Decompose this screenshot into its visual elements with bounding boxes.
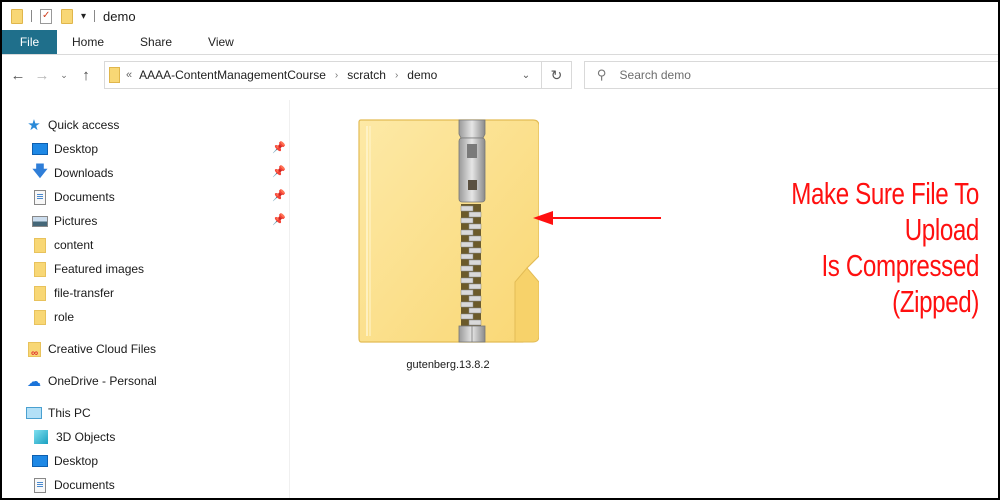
sidebar-item-desktop[interactable]: Desktop bbox=[32, 138, 98, 160]
sidebar-item-featured-images[interactable]: Featured images bbox=[32, 258, 144, 280]
sidebar-item-label: Pictures bbox=[54, 214, 98, 228]
tab-home[interactable]: Home bbox=[57, 30, 122, 54]
sidebar-item-documents[interactable]: Documents bbox=[32, 186, 115, 208]
ribbon-tabs: File Home Share View bbox=[2, 30, 998, 55]
sidebar-item-label: Documents bbox=[54, 190, 115, 204]
folder-icon bbox=[34, 285, 46, 301]
customize-toolbar-dropdown[interactable]: ▾ bbox=[81, 11, 86, 22]
annotation-line: Make Sure File To Upload bbox=[791, 176, 979, 247]
sidebar-item-label: Quick access bbox=[48, 118, 120, 132]
sidebar-item-label: Creative Cloud Files bbox=[48, 342, 157, 356]
folder-icon bbox=[34, 237, 46, 253]
sidebar-item-label: role bbox=[54, 310, 75, 324]
title-bar: ▾ demo bbox=[2, 2, 998, 30]
address-bar[interactable]: « AAAA-ContentManagementCourse › scratch… bbox=[104, 61, 542, 89]
document-icon bbox=[34, 477, 46, 493]
sidebar-item-quick-access[interactable]: ★ Quick access bbox=[26, 114, 119, 136]
search-placeholder: Search demo bbox=[619, 68, 691, 82]
file-name[interactable]: gutenberg.13.8.2 bbox=[406, 359, 489, 371]
up-button[interactable]: ↑ bbox=[76, 67, 96, 84]
sidebar-item-pictures[interactable]: Pictures bbox=[32, 210, 97, 232]
sidebar-item-label: content bbox=[54, 238, 94, 252]
zip-folder-icon bbox=[358, 119, 539, 343]
sidebar-item-label: Downloads bbox=[54, 166, 114, 180]
download-icon: 🡇 bbox=[32, 162, 48, 180]
star-icon: ★ bbox=[27, 117, 41, 134]
3d-objects-icon bbox=[34, 430, 48, 444]
tab-share[interactable]: Share bbox=[122, 30, 190, 54]
sidebar-item-label: Featured images bbox=[54, 262, 145, 276]
file-item-zip[interactable]: gutenberg.13.8.2 bbox=[353, 118, 543, 371]
sidebar-item-3d-objects[interactable]: 3D Objects bbox=[32, 426, 115, 448]
folder-icon bbox=[109, 67, 120, 83]
chevron-right-icon[interactable]: › bbox=[335, 70, 338, 81]
divider bbox=[94, 10, 96, 22]
annotation-callout: Make Sure File To Upload Is Compressed (… bbox=[737, 176, 979, 320]
breadcrumb-overflow[interactable]: « bbox=[126, 69, 132, 81]
breadcrumb-item[interactable]: AAAA-ContentManagementCourse bbox=[139, 68, 326, 82]
pictures-icon bbox=[32, 215, 48, 227]
forward-button[interactable]: → bbox=[32, 67, 52, 84]
chevron-right-icon[interactable]: › bbox=[395, 70, 398, 81]
tab-file[interactable]: File bbox=[2, 30, 57, 54]
sidebar-item-this-pc[interactable]: This PC bbox=[26, 402, 91, 424]
desktop-icon bbox=[32, 143, 48, 155]
refresh-button[interactable]: ↻ bbox=[542, 61, 572, 89]
sidebar-item-label: Documents bbox=[54, 478, 115, 492]
computer-icon bbox=[26, 407, 42, 419]
back-button[interactable]: ← bbox=[8, 67, 28, 84]
divider bbox=[31, 10, 32, 22]
sidebar-item-label: This PC bbox=[48, 406, 91, 420]
sidebar-item-label: OneDrive - Personal bbox=[48, 374, 157, 388]
annotation-arrow-icon bbox=[533, 211, 661, 225]
chevron-down-icon[interactable]: ⌄ bbox=[511, 70, 541, 81]
pin-icon[interactable]: 📌 bbox=[272, 213, 286, 226]
sidebar-item-creative-cloud[interactable]: Creative Cloud Files bbox=[26, 338, 156, 360]
document-icon bbox=[34, 189, 46, 205]
file-view: gutenberg.13.8.2 Make Sure File To Uploa… bbox=[291, 100, 998, 498]
sidebar-item-label: Desktop bbox=[54, 142, 99, 156]
folder-icon bbox=[34, 261, 46, 277]
navigation-bar: ← → ⌄ ↑ « AAAA-ContentManagementCourse ›… bbox=[2, 56, 998, 94]
folder-icon[interactable] bbox=[11, 8, 23, 24]
sidebar-item-label: 3D Objects bbox=[56, 430, 116, 444]
sidebar-item-pc-documents[interactable]: Documents bbox=[32, 474, 115, 496]
sidebar-item-downloads[interactable]: 🡇 Downloads bbox=[32, 162, 113, 184]
pin-icon[interactable]: 📌 bbox=[272, 165, 286, 178]
new-folder-icon[interactable] bbox=[61, 8, 73, 24]
search-input[interactable]: ⚲ Search demo bbox=[584, 61, 998, 89]
sidebar-item-role[interactable]: role bbox=[32, 306, 74, 328]
folder-icon bbox=[34, 309, 46, 325]
pin-icon[interactable]: 📌 bbox=[272, 141, 286, 154]
creative-cloud-icon bbox=[28, 341, 41, 359]
breadcrumb-item[interactable]: scratch bbox=[347, 68, 386, 82]
breadcrumb-item[interactable]: demo bbox=[407, 68, 437, 82]
desktop-icon bbox=[32, 455, 48, 467]
sidebar-item-content[interactable]: content bbox=[32, 234, 93, 256]
annotation-line: Is Compressed (Zipped) bbox=[821, 248, 979, 319]
navigation-pane: ★ Quick access Desktop 📌 🡇 Downloads 📌 D… bbox=[2, 100, 290, 498]
tab-view[interactable]: View bbox=[190, 30, 252, 54]
sidebar-item-pc-desktop[interactable]: Desktop bbox=[32, 450, 98, 472]
sidebar-item-label: file-transfer bbox=[54, 286, 115, 300]
properties-icon[interactable] bbox=[40, 8, 52, 24]
sidebar-item-file-transfer[interactable]: file-transfer bbox=[32, 282, 114, 304]
pin-icon[interactable]: 📌 bbox=[272, 189, 286, 202]
search-icon: ⚲ bbox=[597, 67, 607, 82]
sidebar-item-onedrive[interactable]: ☁ OneDrive - Personal bbox=[26, 370, 157, 392]
onedrive-cloud-icon: ☁ bbox=[27, 372, 41, 389]
window-title: demo bbox=[103, 8, 136, 24]
recent-locations-button[interactable]: ⌄ bbox=[54, 70, 74, 81]
sidebar-item-label: Desktop bbox=[54, 454, 99, 468]
